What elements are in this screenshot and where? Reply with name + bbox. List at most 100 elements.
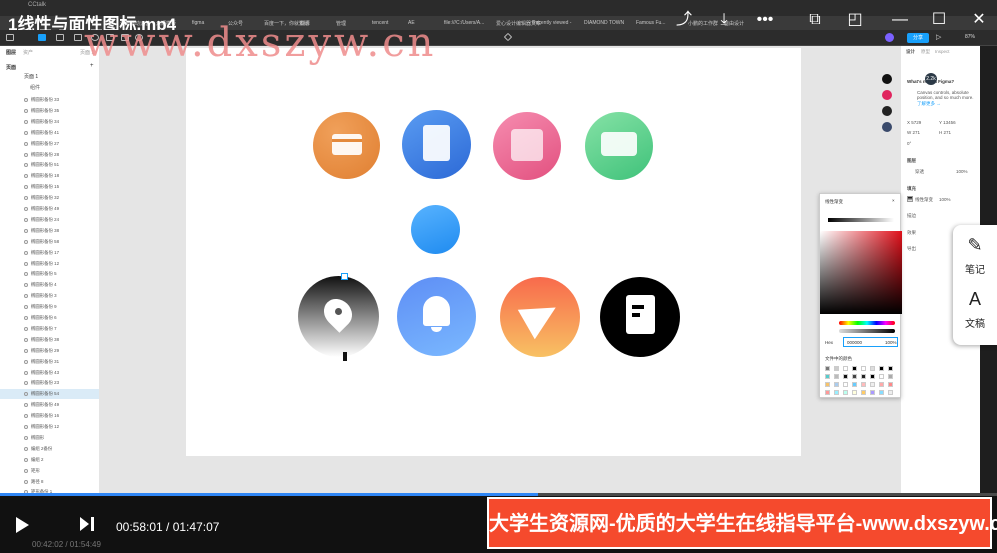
layer-item[interactable]: 椭圆形备份 24 [0, 215, 99, 225]
layer-item[interactable]: 椭圆形备份 4 [0, 280, 99, 290]
bookmark-item[interactable]: Famous Fu... [636, 20, 665, 26]
color-swatch[interactable] [834, 374, 839, 379]
fill-opacity[interactable]: 100% [939, 197, 951, 202]
plugin-link-icon[interactable] [882, 106, 892, 116]
component-icon[interactable] [503, 32, 513, 42]
layer-item[interactable]: 椭圆形备份 27 [0, 139, 99, 149]
wallet-icon-circle[interactable] [313, 112, 380, 179]
color-swatch[interactable] [870, 382, 875, 387]
layer-item[interactable]: 椭圆形备份 7 [0, 324, 99, 334]
layer-item[interactable]: 椭圆形备份 17 [0, 248, 99, 258]
color-swatch[interactable] [879, 374, 884, 379]
layer-item[interactable]: 椭圆形备份 34 [0, 117, 99, 127]
ticket-icon-circle[interactable] [493, 112, 561, 180]
layer-item[interactable]: 椭圆形备份 5 [0, 269, 99, 279]
bookmark-item[interactable]: file:///C:/Users/A... [444, 20, 484, 26]
color-swatch[interactable] [834, 366, 839, 371]
layer-item[interactable]: 椭圆形备份 9 [0, 302, 99, 312]
layer-item[interactable]: 椭圆形备份 49 [0, 400, 99, 410]
doc-label[interactable]: 文稿 [953, 315, 997, 330]
zoom-level[interactable]: 87% [965, 34, 975, 40]
layer-item[interactable]: 椭圆形备份 28 [0, 150, 99, 160]
y-field[interactable]: Y 13456 [939, 120, 956, 125]
layer-item[interactable]: 椭圆形备份 12 [0, 422, 99, 432]
note-label[interactable]: 笔记 [953, 261, 997, 276]
layer-item[interactable]: 椭圆形备份 49 [0, 204, 99, 214]
fill-swatch[interactable] [907, 196, 913, 202]
frame-tool-icon[interactable] [56, 34, 64, 41]
frame-item[interactable]: 组件 [30, 84, 40, 91]
layer-item[interactable]: 椭圆形备份 58 [0, 237, 99, 247]
layer-item[interactable]: 椭圆形 [0, 433, 99, 443]
location-icon-circle[interactable] [298, 276, 379, 357]
tip-link[interactable]: 了解更多 → [917, 101, 941, 107]
gradient-bar[interactable] [828, 218, 894, 222]
move-tool-icon[interactable] [38, 34, 46, 41]
color-swatch[interactable] [888, 366, 893, 371]
saturation-area[interactable] [820, 231, 902, 314]
color-swatch[interactable] [861, 374, 866, 379]
layer-item[interactable]: 椭圆形备份 29 [0, 346, 99, 356]
layer-item[interactable]: 椭圆形备份 32 [0, 193, 99, 203]
color-swatch[interactable] [834, 390, 839, 395]
document-icon-circle[interactable] [402, 110, 471, 179]
color-swatch[interactable] [852, 366, 857, 371]
plugin-play-icon[interactable] [882, 74, 892, 84]
color-swatch[interactable] [870, 366, 875, 371]
layer-item[interactable]: 椭圆形备份 6 [0, 313, 99, 323]
color-swatch[interactable] [852, 390, 857, 395]
color-swatch[interactable] [825, 382, 830, 387]
tab-inspect[interactable]: Inspect [935, 49, 950, 54]
artboard[interactable] [186, 48, 801, 456]
play-icon[interactable]: ▷ [936, 33, 941, 41]
maximize-icon[interactable]: ☐ [929, 10, 949, 30]
chat-icon-circle[interactable] [585, 112, 653, 180]
layer-item[interactable]: 椭圆形备份 23 [0, 378, 99, 388]
h-field[interactable]: H 271 [939, 130, 951, 135]
layer-item[interactable]: 椭圆形备份 38 [0, 335, 99, 345]
gradient-handle-top[interactable] [341, 273, 348, 280]
w-field[interactable]: W 271 [907, 130, 920, 135]
next-icon[interactable] [80, 517, 89, 531]
color-swatch[interactable] [834, 382, 839, 387]
ad-banner[interactable]: 大学生资源网-优质的大学生在线指导平台-www.dxszyw.cn [487, 497, 997, 549]
alpha-slider[interactable] [839, 329, 895, 333]
more-icon[interactable]: ••• [755, 10, 775, 30]
layer-item[interactable]: 椭圆形备份 33 [0, 95, 99, 105]
layer-item[interactable]: 椭圆形备份 12 [0, 259, 99, 269]
browser-tab-title[interactable]: CCtalk [28, 2, 46, 8]
layer-item[interactable]: 椭圆形备份 54 [0, 389, 99, 400]
layer-item[interactable]: 椭圆形备份 43 [0, 368, 99, 378]
picture-in-picture-icon[interactable]: ◰ [845, 10, 865, 30]
download-icon[interactable]: ⤓ [714, 10, 734, 30]
tab-assets[interactable]: 资产 [23, 49, 33, 56]
color-swatch[interactable] [888, 382, 893, 387]
layer-item[interactable]: 路径 8 [0, 477, 99, 487]
color-swatch[interactable] [861, 366, 866, 371]
rotation-field[interactable]: 0° [907, 141, 911, 146]
layer-item[interactable]: 椭圆形备份 35 [0, 106, 99, 116]
layer-item[interactable]: 椭圆形备份 31 [0, 357, 99, 367]
share-button[interactable]: 分享 [907, 33, 929, 43]
page-item[interactable]: 页面 1 [24, 73, 38, 80]
color-swatch[interactable] [870, 374, 875, 379]
bookmark-item[interactable]: DIAMOND TOWN [584, 20, 624, 26]
layer-opacity[interactable]: 100% [956, 169, 968, 174]
color-swatch[interactable] [879, 366, 884, 371]
color-swatch[interactable] [879, 382, 884, 387]
color-swatch[interactable] [843, 382, 848, 387]
document-icon[interactable]: A [953, 289, 997, 310]
shape-tool-icon[interactable] [74, 34, 82, 41]
color-swatch[interactable] [843, 390, 848, 395]
close-icon[interactable]: ✕ [969, 10, 989, 30]
hex-input[interactable]: 000000 [847, 340, 862, 345]
layer-item[interactable]: 编组 2 [0, 455, 99, 465]
color-swatch[interactable] [843, 366, 848, 371]
color-swatch[interactable] [861, 382, 866, 387]
plugin-dribbble-icon[interactable] [882, 90, 892, 100]
color-swatch[interactable] [870, 390, 875, 395]
color-swatch[interactable] [825, 390, 830, 395]
layer-item[interactable]: 编组 2备份 [0, 444, 99, 454]
color-swatch[interactable] [852, 374, 857, 379]
menu-icon[interactable] [6, 34, 14, 41]
